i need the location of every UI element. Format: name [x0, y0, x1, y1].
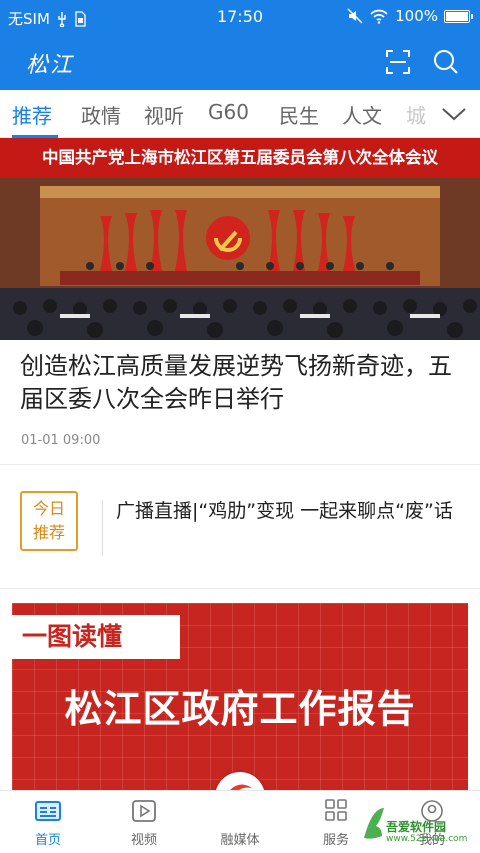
headline-time: 01-01 09:00	[21, 433, 101, 448]
nav-home[interactable]: 首页	[0, 791, 96, 853]
poster-title: 松江区政府工作报告	[64, 687, 416, 731]
tab-recommend[interactable]: 推荐	[12, 100, 52, 129]
grid-icon	[325, 799, 347, 821]
nav-media[interactable]: 融媒体	[192, 791, 288, 853]
tab-culture[interactable]: 人文	[342, 100, 382, 129]
watermark-name: 吾爱软件园	[386, 820, 447, 834]
tab-politics[interactable]: 政情	[81, 100, 121, 129]
app-bar: 松江	[0, 34, 480, 90]
chevron-down-icon[interactable]	[440, 102, 468, 126]
home-icon	[35, 801, 61, 821]
app-logo: 松江	[26, 53, 75, 78]
hero-image[interactable]: 中国共产党上海市松江区第五届委员会第八次全体会议	[0, 138, 480, 340]
video-icon	[132, 800, 156, 822]
watermark-url: www.52zixue.com	[386, 834, 468, 844]
category-tabs: 推荐 政情 视听 G60 民生 人文 城	[0, 90, 480, 138]
poster-tag: 一图读懂	[12, 615, 180, 659]
divider	[0, 464, 480, 465]
wifi-icon	[370, 9, 388, 24]
divider	[0, 588, 480, 589]
search-icon[interactable]	[432, 48, 460, 76]
meeting-photo	[0, 178, 480, 340]
today-recommend-badge: 今日 推荐	[20, 491, 78, 551]
tab-city[interactable]: 城	[406, 100, 426, 129]
nav-video-label: 视频	[130, 833, 157, 848]
top-header: 无SIM 17:50 100% 松江	[0, 0, 480, 90]
nav-media-label: 融媒体	[220, 833, 260, 848]
tab-g60[interactable]: G60	[208, 100, 249, 124]
recommend-link[interactable]: 广播直播|“鸡肋”变现 一起来聊点“废”话	[116, 495, 456, 527]
recommend-divider	[102, 500, 103, 556]
tab-livelihood[interactable]: 民生	[279, 100, 319, 129]
nav-video[interactable]: 视频	[96, 791, 192, 853]
headline-title[interactable]: 创造松江高质量发展逆势飞扬新奇迹，五届区委八次全会昨日举行	[20, 350, 460, 416]
battery-percent: 100%	[395, 7, 438, 25]
tab-audiovisual[interactable]: 视听	[144, 100, 184, 129]
battery-icon	[444, 9, 473, 23]
status-bar: 无SIM 17:50 100%	[0, 0, 480, 34]
scan-icon[interactable]	[384, 48, 412, 76]
badge-line-1: 今日	[32, 499, 65, 518]
watermark-logo-icon	[364, 808, 384, 839]
badge-line-2: 推荐	[32, 523, 65, 542]
report-poster[interactable]: 一图读懂 松江区政府工作报告	[12, 603, 468, 790]
mute-icon	[347, 8, 363, 24]
nav-home-label: 首页	[34, 833, 61, 848]
site-watermark: 吾爱软件园 www.52zixue.com	[360, 798, 478, 850]
